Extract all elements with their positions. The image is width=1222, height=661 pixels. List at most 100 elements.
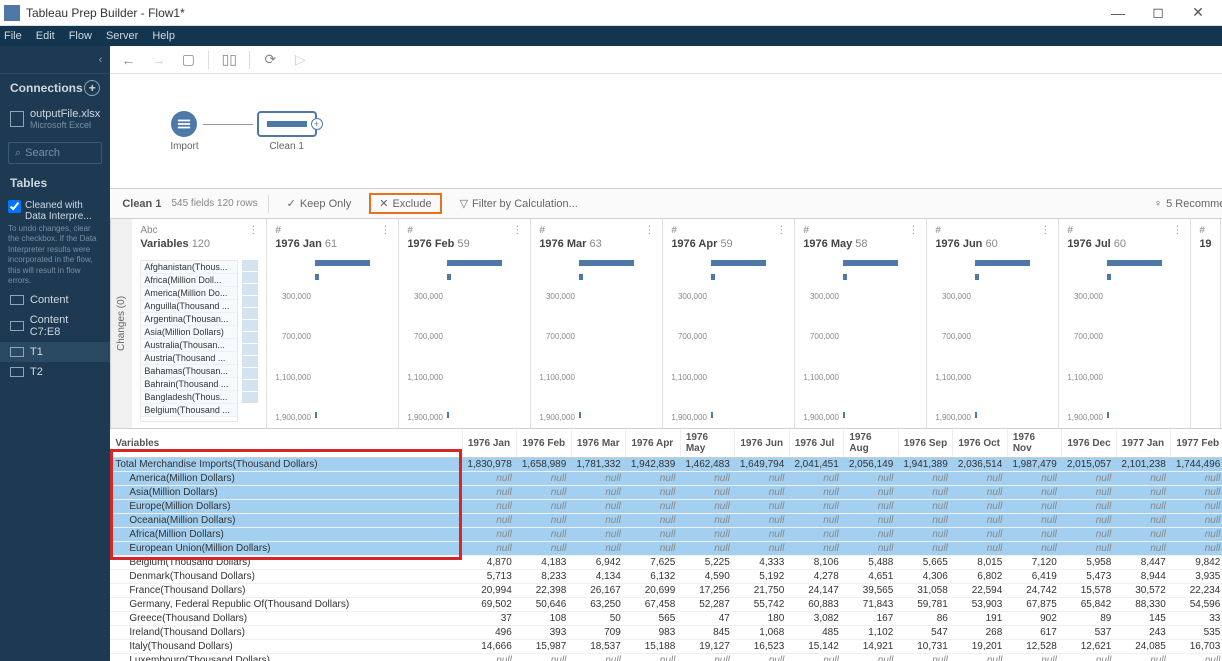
cell[interactable]: 2,015,057 xyxy=(1062,458,1117,472)
cell[interactable]: 1,942,839 xyxy=(626,458,681,472)
cell[interactable]: 16,523 xyxy=(735,640,790,654)
cell[interactable]: 12,621 xyxy=(1062,640,1117,654)
cell[interactable]: null xyxy=(571,486,626,500)
cell[interactable]: null xyxy=(789,500,844,514)
variable-item[interactable]: Austria(Thousand ... xyxy=(141,352,237,365)
cell[interactable]: 20,699 xyxy=(626,584,681,598)
cell[interactable]: 4,870 xyxy=(462,556,517,570)
forward-button[interactable]: → xyxy=(148,52,168,68)
tables-search-input[interactable]: ⌕ Search xyxy=(8,142,102,164)
table-row[interactable]: Luxembourg(Thousand Dollars)nullnullnull… xyxy=(110,654,1222,661)
row-label[interactable]: Total Merchandise Imports(Thousand Dolla… xyxy=(110,458,462,472)
refresh-button[interactable]: ⟳ xyxy=(260,51,280,68)
cell[interactable]: 6,419 xyxy=(1007,570,1062,584)
cell[interactable]: 485 xyxy=(789,626,844,640)
column-header[interactable]: 1976 Jul xyxy=(789,429,844,458)
row-label[interactable]: Asia(Million Dollars) xyxy=(110,486,462,500)
cell[interactable]: 9,842 xyxy=(1171,556,1222,570)
table-row[interactable]: Ireland(Thousand Dollars)496393709983845… xyxy=(110,626,1222,640)
cell[interactable]: null xyxy=(735,500,790,514)
more-icon[interactable]: ⋮ xyxy=(380,225,390,236)
cell[interactable]: 4,306 xyxy=(898,570,953,584)
menu-flow[interactable]: Flow xyxy=(69,30,92,42)
cell[interactable]: 8,233 xyxy=(517,570,572,584)
cell[interactable]: null xyxy=(626,542,681,556)
cell[interactable]: null xyxy=(1171,654,1222,661)
table-row[interactable]: Germany, Federal Republic Of(Thousand Do… xyxy=(110,598,1222,612)
row-label[interactable]: Germany, Federal Republic Of(Thousand Do… xyxy=(110,598,462,612)
profile-card[interactable]: #⋮1976 Apr 59300,000700,0001,100,0001,90… xyxy=(663,219,795,428)
cell[interactable]: 4,333 xyxy=(735,556,790,570)
column-header[interactable]: 1976 Dec xyxy=(1062,429,1117,458)
cell[interactable]: null xyxy=(571,654,626,661)
cell[interactable]: 16,703 xyxy=(1171,640,1222,654)
variable-item[interactable]: Belgium(Thousand ... xyxy=(141,404,237,417)
variable-item[interactable]: America(Million Do... xyxy=(141,287,237,300)
cell[interactable]: null xyxy=(1116,528,1171,542)
table-row[interactable]: America(Million Dollars)nullnullnullnull… xyxy=(110,472,1222,486)
cell[interactable]: null xyxy=(571,514,626,528)
cell[interactable]: null xyxy=(462,528,517,542)
cell[interactable]: 12,528 xyxy=(1007,640,1062,654)
cell[interactable]: 15,188 xyxy=(626,640,681,654)
recommendations-button[interactable]: ♀5 Recommendations▾ xyxy=(1146,194,1222,213)
row-label[interactable]: Europe(Million Dollars) xyxy=(110,500,462,514)
cell[interactable]: null xyxy=(571,542,626,556)
cell[interactable]: 1,068 xyxy=(735,626,790,640)
cell[interactable]: 496 xyxy=(462,626,517,640)
cell[interactable]: null xyxy=(626,486,681,500)
filter-by-calculation-button[interactable]: ▽Filter by Calculation... xyxy=(452,194,586,213)
table-item[interactable]: T1 xyxy=(0,342,110,362)
cell[interactable]: null xyxy=(735,654,790,661)
cell[interactable]: 60,883 xyxy=(789,598,844,612)
table-row[interactable]: Italy(Thousand Dollars)14,66615,98718,53… xyxy=(110,640,1222,654)
cell[interactable]: null xyxy=(898,500,953,514)
cell[interactable]: null xyxy=(789,654,844,661)
row-label[interactable]: Italy(Thousand Dollars) xyxy=(110,640,462,654)
table-row[interactable]: Belgium(Thousand Dollars)4,8704,1836,942… xyxy=(110,556,1222,570)
cell[interactable]: 22,398 xyxy=(517,584,572,598)
cell[interactable]: 3,935 xyxy=(1171,570,1222,584)
cell[interactable]: null xyxy=(953,486,1008,500)
cell[interactable]: null xyxy=(735,528,790,542)
cell[interactable]: null xyxy=(789,542,844,556)
cell[interactable]: 617 xyxy=(1007,626,1062,640)
cell[interactable]: 14,921 xyxy=(844,640,899,654)
cell[interactable]: null xyxy=(844,514,899,528)
cell[interactable]: null xyxy=(571,500,626,514)
data-grid[interactable]: Variables1976 Jan1976 Feb1976 Mar1976 Ap… xyxy=(110,429,1222,661)
cell[interactable]: null xyxy=(1007,486,1062,500)
cell[interactable]: 845 xyxy=(680,626,735,640)
table-row[interactable]: Greece(Thousand Dollars)3710850565471803… xyxy=(110,612,1222,626)
cell[interactable]: 54,596 xyxy=(1171,598,1222,612)
cell[interactable]: 902 xyxy=(1007,612,1062,626)
cell[interactable]: 565 xyxy=(626,612,681,626)
cell[interactable]: null xyxy=(517,528,572,542)
cell[interactable]: null xyxy=(571,528,626,542)
cell[interactable]: null xyxy=(1116,542,1171,556)
cell[interactable]: null xyxy=(735,542,790,556)
cell[interactable]: 59,781 xyxy=(898,598,953,612)
cell[interactable]: null xyxy=(517,472,572,486)
cell[interactable]: 15,987 xyxy=(517,640,572,654)
cell[interactable]: 17,256 xyxy=(680,584,735,598)
cell[interactable]: null xyxy=(517,500,572,514)
cell[interactable]: 47 xyxy=(680,612,735,626)
cell[interactable]: 4,278 xyxy=(789,570,844,584)
profile-card[interactable]: #⋮1976 May 58300,000700,0001,100,0001,90… xyxy=(795,219,927,428)
column-header[interactable]: 1977 Jan xyxy=(1116,429,1171,458)
profile-card[interactable]: #⋮1976 Mar 63300,000700,0001,100,0001,90… xyxy=(531,219,663,428)
more-icon[interactable]: ⋮ xyxy=(908,225,918,236)
cell[interactable]: 69,502 xyxy=(462,598,517,612)
cell[interactable]: null xyxy=(844,472,899,486)
variable-item[interactable]: Bangladesh(Thous... xyxy=(141,391,237,404)
cell[interactable]: 21,750 xyxy=(735,584,790,598)
cell[interactable]: null xyxy=(462,472,517,486)
cell[interactable]: 31,058 xyxy=(898,584,953,598)
column-header[interactable]: 1976 Aug xyxy=(844,429,899,458)
changes-tab[interactable]: Changes (0) xyxy=(110,219,132,428)
cell[interactable]: 1,102 xyxy=(844,626,899,640)
cell[interactable]: 8,447 xyxy=(1116,556,1171,570)
cell[interactable]: null xyxy=(844,542,899,556)
menu-help[interactable]: Help xyxy=(152,30,175,42)
